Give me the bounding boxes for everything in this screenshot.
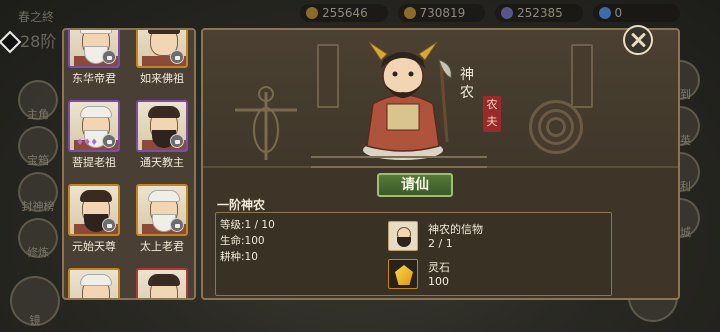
lock-icon	[102, 134, 116, 148]
scarecrow-icon	[235, 86, 297, 160]
gem-icon	[598, 7, 611, 19]
lock-icon	[170, 218, 184, 232]
stats-list: 等级:1 / 10 生命:100 耕种:10	[220, 217, 380, 265]
token-icon[interactable]	[388, 221, 418, 251]
hero-name: 东华帝君	[72, 72, 116, 85]
hero-portrait[interactable]	[68, 30, 120, 68]
lock-icon	[102, 50, 116, 64]
close-button[interactable]	[623, 25, 653, 55]
hero-grid: 东华帝君 如来佛祖 ♦♦♦ 菩提老祖 通天教主元始天尊 太上老君 ♦♦♦♦鸿钧老祖神农	[68, 30, 192, 298]
stat-farming: 耕种:10	[220, 251, 258, 263]
hero-portrait[interactable]	[136, 268, 188, 298]
hero-name: 如来佛祖	[140, 72, 184, 85]
portrait-pedestal	[311, 156, 487, 168]
hero-card[interactable]: 东华帝君	[68, 30, 120, 86]
hero-portrait[interactable]	[136, 100, 188, 152]
stats-box: 等级:1 / 10 生命:100 耕种:10 神农的信物 2 / 1 灵石 10…	[215, 212, 612, 296]
stat-health: 生命:100	[220, 235, 265, 247]
hanging-scroll-left	[317, 44, 339, 108]
hero-portrait[interactable]	[136, 184, 188, 236]
resource-ingot: 730819	[397, 4, 485, 22]
jade-icon	[501, 7, 513, 19]
hero-name: 太上老君	[140, 240, 184, 253]
stage-title: 一阶神农	[217, 198, 266, 212]
hanging-scroll-right	[571, 44, 593, 108]
hero-card[interactable]: ♦♦♦♦鸿钧老祖	[68, 268, 120, 298]
stage-label: 28阶	[20, 32, 57, 51]
hero-card[interactable]: 如来佛祖	[136, 30, 188, 86]
lock-icon	[170, 50, 184, 64]
spirit-stone-icon[interactable]	[388, 259, 418, 289]
side-button-mirror[interactable]: 镜	[10, 276, 60, 327]
hero-name-vertical: 神农	[460, 67, 474, 101]
side-button-train[interactable]: 修炼	[18, 218, 58, 259]
hero-portrait[interactable]: ♦♦♦♦	[68, 268, 120, 298]
side-button-deity-list[interactable]: 封神榜	[18, 172, 58, 213]
side-button-chest[interactable]: 宝箱	[18, 126, 58, 167]
resource-gem: 0	[592, 4, 680, 22]
hero-title-seal: 农夫	[483, 96, 501, 132]
requirement-name: 神农的信物	[428, 223, 483, 236]
requirement-token: 神农的信物 2 / 1	[388, 221, 608, 257]
hero-name: 元始天尊	[72, 240, 116, 253]
coin-icon	[306, 7, 318, 19]
stat-level: 等级:1 / 10	[220, 219, 275, 231]
hero-portrait[interactable]	[68, 184, 120, 236]
hero-list-panel[interactable]: 东华帝君 如来佛祖 ♦♦♦ 菩提老祖 通天教主元始天尊 太上老君 ♦♦♦♦鸿钧老祖神农	[62, 28, 196, 300]
star-rating: ♦♦♦	[76, 138, 98, 148]
requirement-name: 灵石	[428, 261, 450, 274]
hero-portrait[interactable]	[136, 30, 188, 68]
season-label: 春之終	[18, 10, 55, 24]
resource-gold: 255646	[300, 4, 388, 22]
side-button-hero[interactable]: 主角	[18, 80, 58, 121]
hero-name: 通天教主	[140, 156, 184, 169]
hero-card[interactable]: ♦♦♦ 菩提老祖	[68, 100, 120, 170]
shennong-portrait	[363, 41, 452, 160]
resource-bar: 255646 730819 252385 0	[300, 4, 680, 24]
hero-name: 菩提老祖	[72, 156, 116, 169]
lock-icon	[102, 218, 116, 232]
hero-card[interactable]: 元始天尊	[68, 184, 120, 254]
hero-card[interactable]: 神农	[136, 268, 188, 298]
hero-card[interactable]: 太上老君	[136, 184, 188, 254]
hero-card[interactable]: 通天教主	[136, 100, 188, 170]
hero-portrait[interactable]: ♦♦♦	[68, 100, 120, 152]
resource-jade: 252385	[495, 4, 583, 22]
requirement-count: 2 / 1	[428, 237, 453, 250]
requirement-spirit-stone: 灵石 100	[388, 259, 608, 295]
requirement-count: 100	[428, 275, 449, 288]
ingot-icon	[403, 7, 416, 19]
archery-target-icon	[529, 100, 583, 154]
requirements-list: 神农的信物 2 / 1 灵石 100	[388, 221, 608, 297]
lock-icon	[170, 134, 184, 148]
hero-detail-panel: 神农 农夫 请仙 一阶神农 等级:1 / 10 生命:100 耕种:10 神农的…	[201, 28, 680, 300]
summon-button[interactable]: 请仙	[377, 173, 453, 197]
